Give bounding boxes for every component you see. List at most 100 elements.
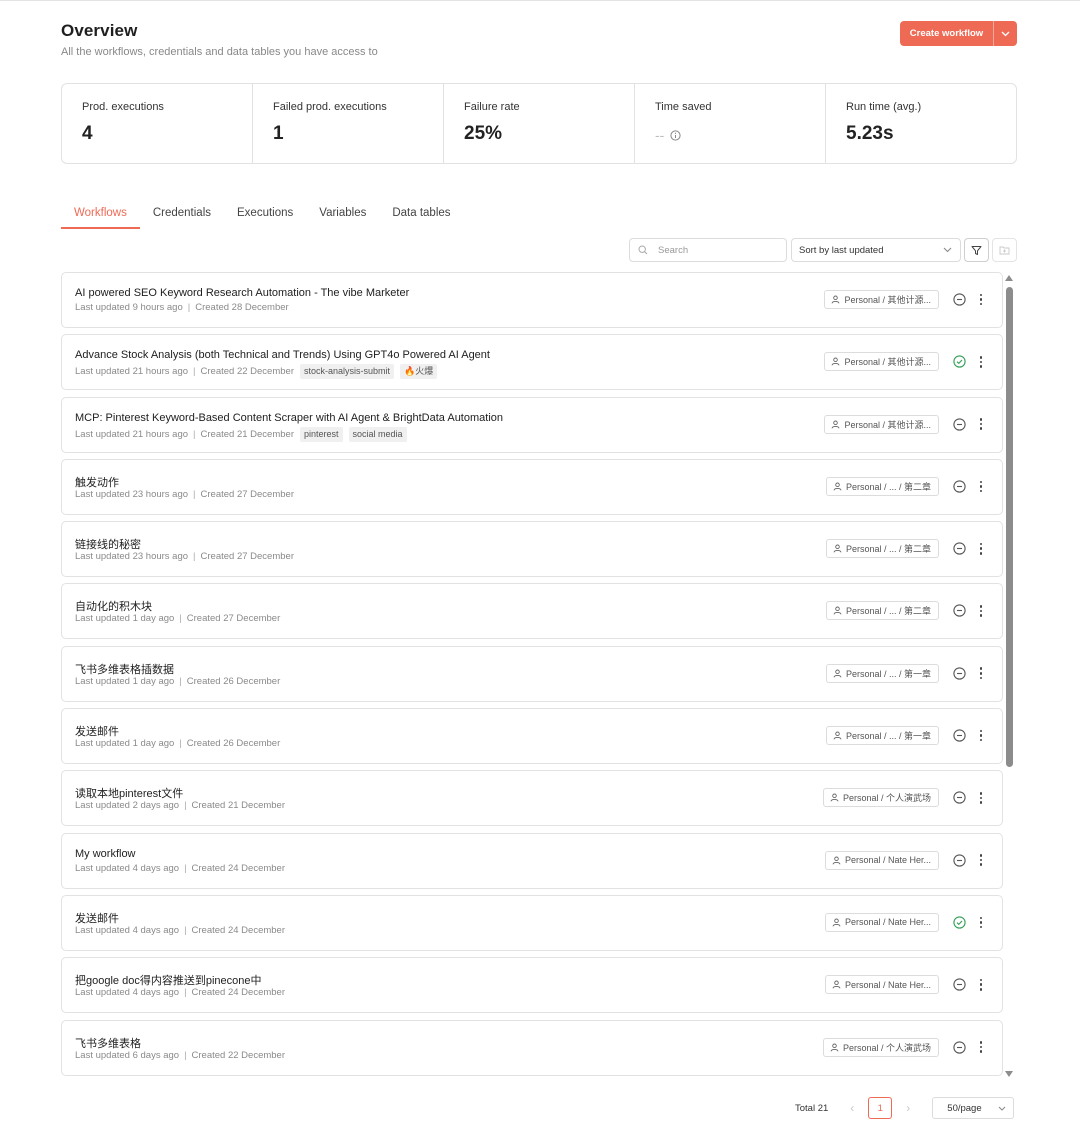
workflow-name[interactable]: 把google doc得内容推送到pinecone中 xyxy=(75,972,261,988)
inactive-status-icon[interactable] xyxy=(953,978,966,991)
page-number-current[interactable]: 1 xyxy=(868,1097,893,1119)
workflow-name[interactable]: MCP: Pinterest Keyword-Based Content Scr… xyxy=(75,412,503,424)
more-actions-button[interactable] xyxy=(978,915,984,930)
more-actions-button[interactable] xyxy=(978,728,984,743)
workflow-name[interactable]: 发送邮件 xyxy=(75,910,119,926)
tab-credentials[interactable]: Credentials xyxy=(140,201,224,229)
workflow-name[interactable]: 链接线的秘密 xyxy=(75,536,141,552)
inactive-status-icon[interactable] xyxy=(953,729,966,742)
workflow-row[interactable]: AI powered SEO Keyword Research Automati… xyxy=(61,272,1003,328)
inactive-status-icon[interactable] xyxy=(953,1040,966,1054)
workflow-name[interactable]: Advance Stock Analysis (both Technical a… xyxy=(75,349,490,361)
more-actions-button[interactable] xyxy=(978,853,984,868)
workflow-row[interactable]: Advance Stock Analysis (both Technical a… xyxy=(61,334,1003,391)
scroll-up-arrow[interactable] xyxy=(1005,275,1013,281)
workflow-name[interactable]: 触发动作 xyxy=(75,474,119,490)
workflow-name[interactable]: My workflow xyxy=(75,848,136,860)
inactive-status-icon[interactable] xyxy=(953,293,966,306)
workflow-owner-badge[interactable]: Personal / 其他计源... xyxy=(824,352,939,372)
inactive-status-icon[interactable] xyxy=(953,542,966,555)
new-folder-button[interactable] xyxy=(992,238,1017,262)
workflow-owner-badge[interactable]: Personal / 个人演武场 xyxy=(822,788,939,808)
create-options-button[interactable] xyxy=(993,21,1017,46)
more-actions-button[interactable] xyxy=(978,790,984,805)
workflow-row[interactable]: My workflow Last updated 4 days ago | Cr… xyxy=(61,832,1003,889)
tab-executions[interactable]: Executions xyxy=(224,201,306,229)
more-actions-button[interactable] xyxy=(978,603,984,618)
info-icon[interactable] xyxy=(670,129,681,141)
workflow-owner-badge[interactable]: Personal / ... / 第二章 xyxy=(825,539,939,559)
active-check-icon[interactable] xyxy=(953,916,966,929)
workflow-owner-badge[interactable]: Personal / ... / 第一章 xyxy=(825,663,939,683)
more-actions-button[interactable] xyxy=(978,666,984,681)
more-actions-button[interactable] xyxy=(978,292,984,307)
workflow-name[interactable]: 发送邮件 xyxy=(75,723,119,739)
dot xyxy=(979,542,983,546)
workflow-row[interactable]: 发送邮件 Last updated 1 day ago | Created 26… xyxy=(61,708,1003,765)
workflow-name[interactable]: 自动化的积木块 xyxy=(75,598,152,614)
prev-page-icon[interactable]: ‹ xyxy=(846,1101,858,1115)
workflow-name[interactable]: 飞书多维表格 xyxy=(75,1035,141,1051)
stat-run-time[interactable]: Run time (avg.) 5.23s xyxy=(826,84,1016,163)
workflow-tag[interactable]: stock-analysis-submit xyxy=(299,364,395,380)
workflow-owner-badge[interactable]: Personal / ... / 第一章 xyxy=(825,726,939,746)
more-actions-button[interactable] xyxy=(978,417,984,432)
inactive-status-icon[interactable] xyxy=(953,854,966,867)
workflow-row[interactable]: 飞书多维表格 Last updated 6 days ago | Created… xyxy=(61,1019,1003,1076)
workflow-tag[interactable]: 🔥火爆 xyxy=(400,364,438,380)
workflow-name[interactable]: 飞书多维表格插数据 xyxy=(75,661,174,677)
inactive-status-icon[interactable] xyxy=(953,667,966,680)
workflow-row[interactable]: 把google doc得内容推送到pinecone中 Last updated … xyxy=(61,957,1003,1014)
dot xyxy=(979,365,983,368)
more-actions-button[interactable] xyxy=(978,354,984,369)
workflow-name[interactable]: 读取本地pinterest文件 xyxy=(75,785,183,801)
tab-variables[interactable]: Variables xyxy=(306,201,379,229)
inactive-status-icon[interactable] xyxy=(953,417,966,431)
workflow-row[interactable]: 发送邮件 Last updated 4 days ago | Created 2… xyxy=(61,894,1003,951)
more-actions-button[interactable] xyxy=(978,541,984,556)
workflow-owner-badge[interactable]: Personal / 其他计源... xyxy=(824,414,939,434)
more-actions-button[interactable] xyxy=(978,479,984,494)
stat-time-saved[interactable]: Time saved -- xyxy=(635,84,826,163)
workflow-owner-badge[interactable]: Personal / ... / 第二章 xyxy=(825,601,939,621)
workflow-owner-badge[interactable]: Personal / Nate Her... xyxy=(824,912,939,932)
workflow-owner-badge[interactable]: Personal / 其他计源... xyxy=(824,290,939,309)
stat-failure-rate[interactable]: Failure rate 25% xyxy=(444,84,635,163)
next-page-icon[interactable]: › xyxy=(902,1101,914,1115)
dot xyxy=(979,983,983,987)
workflow-owner-badge[interactable]: Personal / 个人演武场 xyxy=(822,1037,939,1057)
workflow-tag[interactable]: social media xyxy=(348,426,407,442)
workflow-row[interactable]: MCP: Pinterest Keyword-Based Content Scr… xyxy=(61,396,1003,453)
workflow-name[interactable]: AI powered SEO Keyword Research Automati… xyxy=(75,287,409,299)
active-check-icon[interactable] xyxy=(953,355,966,368)
folder-plus-icon xyxy=(999,246,1010,255)
inactive-status-icon[interactable] xyxy=(953,480,966,493)
scroll-thumb[interactable] xyxy=(1006,287,1013,767)
inactive-status-icon[interactable] xyxy=(953,604,966,618)
more-actions-button[interactable] xyxy=(978,1040,984,1055)
filter-button[interactable] xyxy=(964,238,989,262)
sort-select[interactable]: Sort by last updated xyxy=(791,238,961,262)
workflow-owner-badge[interactable]: Personal / Nate Her... xyxy=(824,975,939,995)
search-input[interactable] xyxy=(658,244,778,256)
workflow-row[interactable]: 读取本地pinterest文件 Last updated 2 days ago … xyxy=(61,770,1003,827)
create-workflow-button[interactable]: Create workflow xyxy=(900,21,993,46)
scroll-down-arrow[interactable] xyxy=(1005,1071,1013,1077)
workflow-owner-badge[interactable]: Personal / Nate Her... xyxy=(824,850,939,870)
dot xyxy=(979,293,983,297)
workflow-owner-badge[interactable]: Personal / ... / 第二章 xyxy=(825,476,939,496)
scrollbar[interactable] xyxy=(1005,275,1014,1077)
inactive-status-icon[interactable] xyxy=(953,791,966,805)
workflow-row[interactable]: 链接线的秘密 Last updated 23 hours ago | Creat… xyxy=(61,521,1003,578)
more-actions-button[interactable] xyxy=(978,977,984,992)
workflow-tag[interactable]: pinterest xyxy=(299,426,343,442)
tab-data-tables[interactable]: Data tables xyxy=(379,201,463,229)
dot xyxy=(979,489,983,493)
workflow-row[interactable]: 飞书多维表格插数据 Last updated 1 day ago | Creat… xyxy=(61,645,1003,702)
workflow-row[interactable]: 触发动作 Last updated 23 hours ago | Created… xyxy=(61,458,1003,515)
page-size-select[interactable]: 50/page xyxy=(932,1097,1015,1119)
workflow-row[interactable]: 自动化的积木块 Last updated 1 day ago | Created… xyxy=(61,583,1003,640)
tab-workflows[interactable]: Workflows xyxy=(61,201,140,229)
stat-failed-executions[interactable]: Failed prod. executions 1 xyxy=(253,84,444,163)
stat-prod-executions[interactable]: Prod. executions 4 xyxy=(62,84,253,163)
